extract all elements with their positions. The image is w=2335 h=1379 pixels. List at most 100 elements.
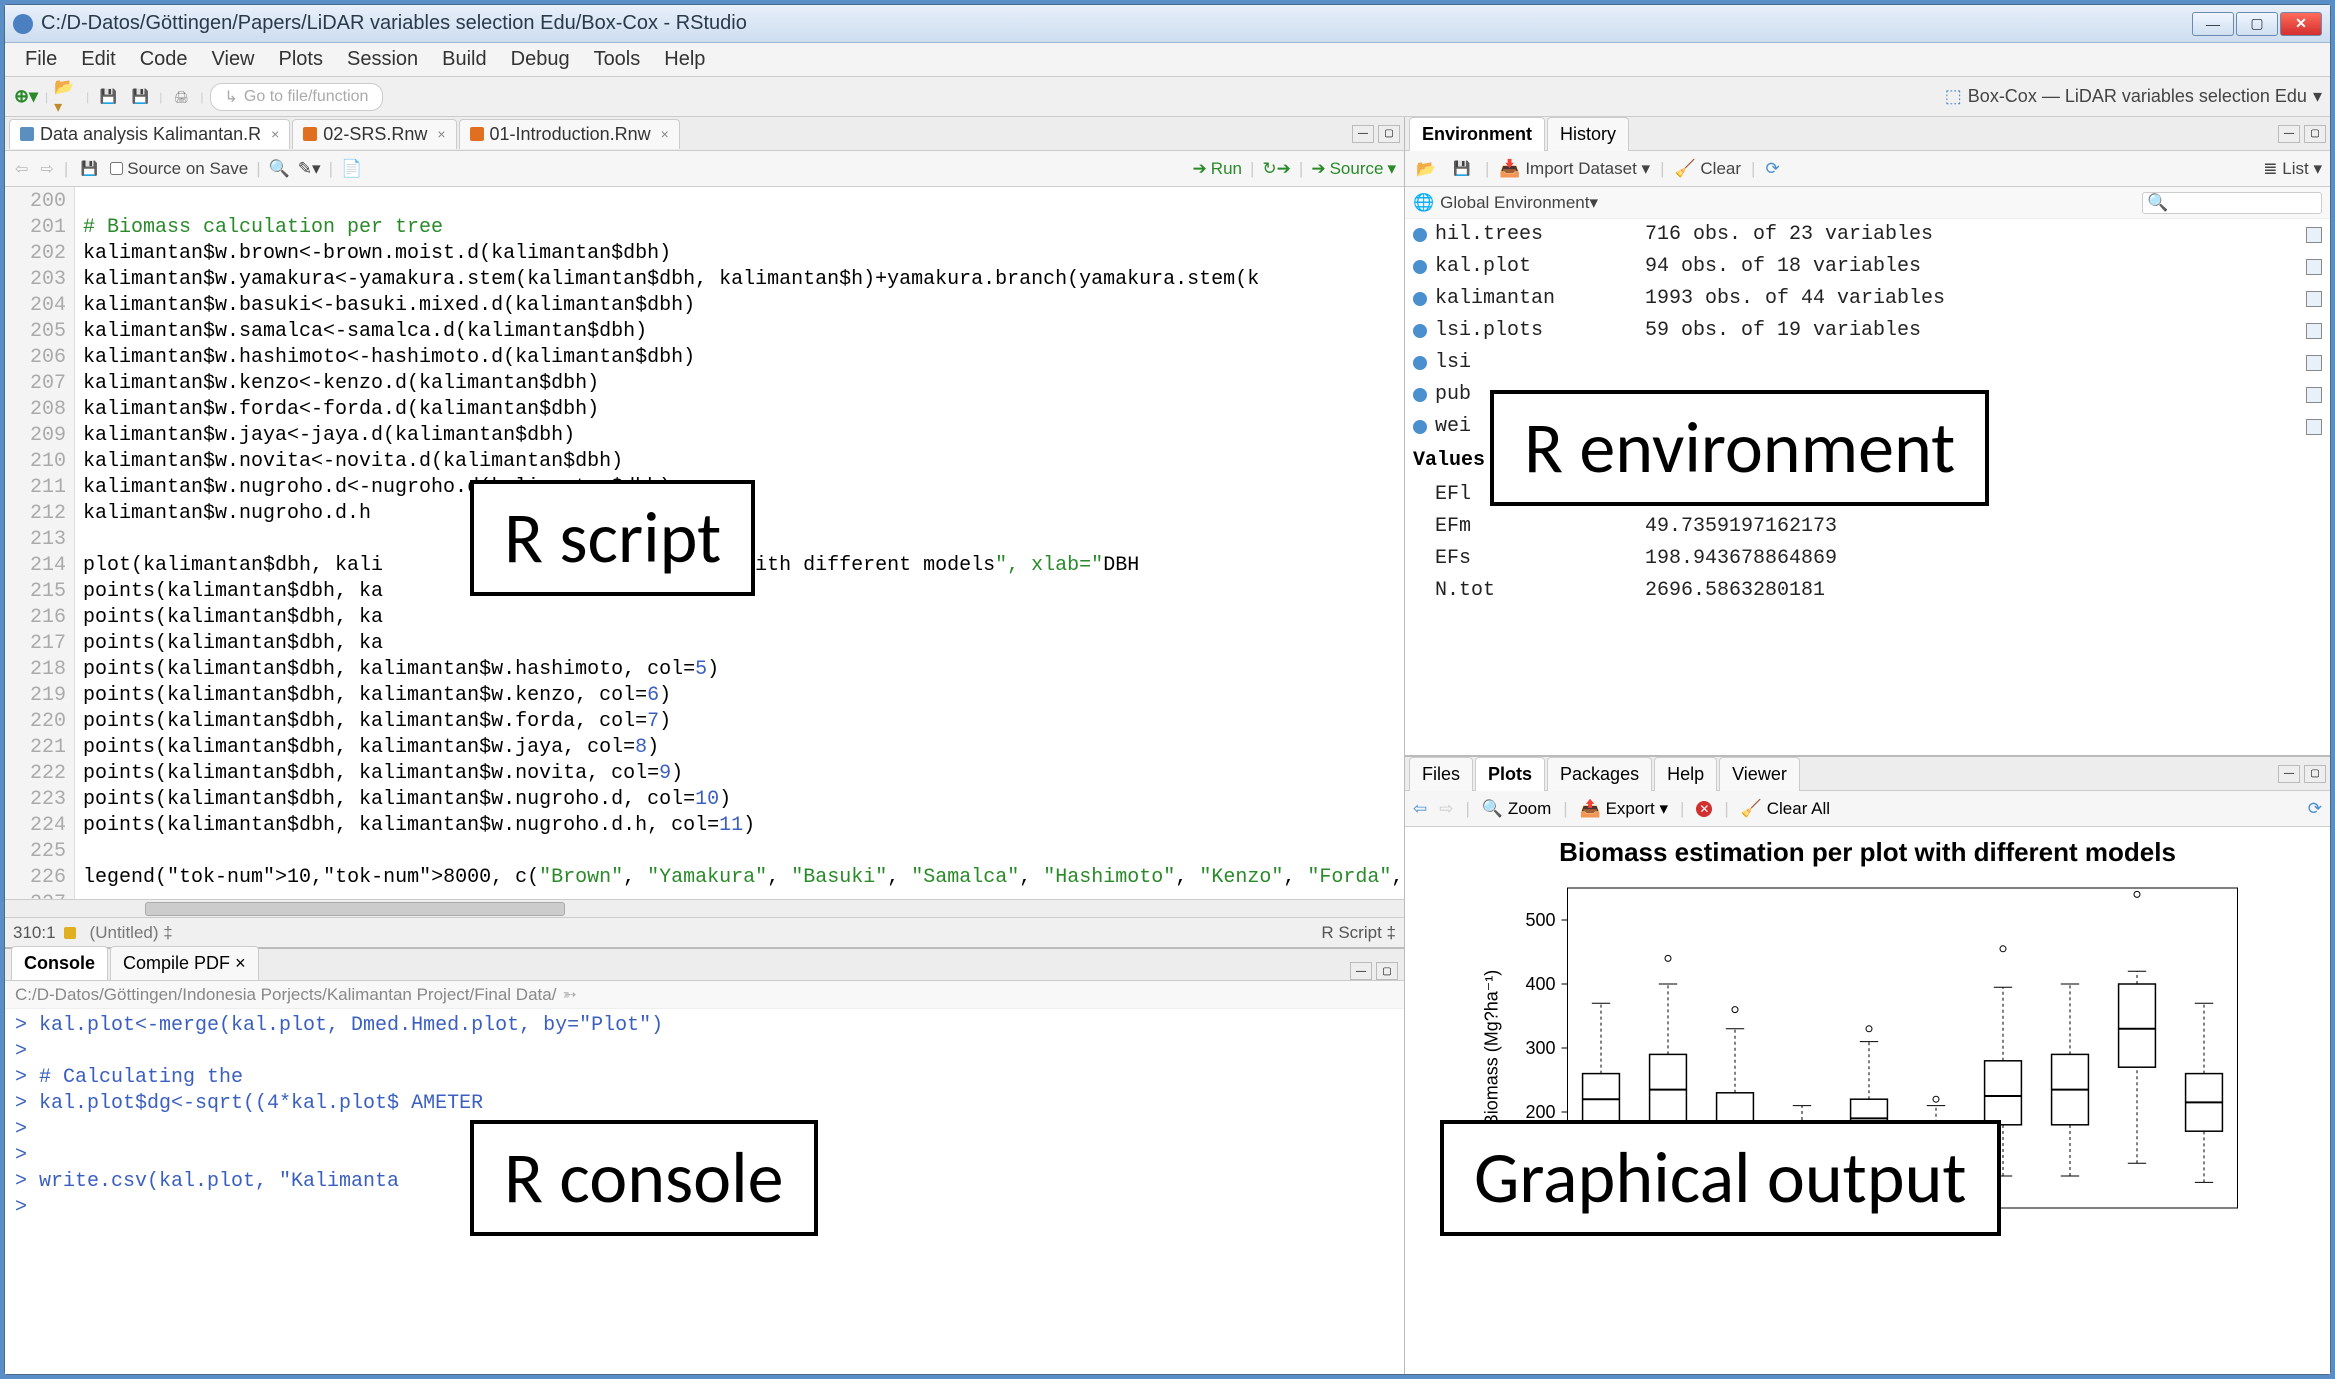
tab-packages[interactable]: Packages xyxy=(1547,757,1652,791)
close-icon[interactable]: × xyxy=(271,126,279,142)
pane-maximize-icon[interactable]: ▢ xyxy=(2304,765,2326,783)
grid-icon[interactable] xyxy=(2306,323,2322,339)
source-tab[interactable]: Data analysis Kalimantan.R× xyxy=(9,119,290,149)
save-all-button[interactable]: 💾 xyxy=(127,84,153,110)
file-type[interactable]: R Script ‡ xyxy=(1321,923,1396,943)
remove-plot-button[interactable]: ✕ xyxy=(1696,801,1712,817)
env-data-row[interactable]: lsi.plots59 obs. of 19 variables xyxy=(1405,315,2330,347)
source-button[interactable]: ➔ Source ▾ xyxy=(1311,159,1396,179)
tab-viewer[interactable]: Viewer xyxy=(1719,757,1800,791)
path-arrow-icon[interactable]: ➳ xyxy=(562,985,576,1005)
tab-history[interactable]: History xyxy=(1547,117,1629,151)
menu-debug[interactable]: Debug xyxy=(501,44,580,75)
tab-console[interactable]: Console xyxy=(11,946,108,980)
title-bar: C:/D-Datos/Göttingen/Papers/LiDAR variab… xyxy=(5,5,2330,43)
menu-build[interactable]: Build xyxy=(432,44,496,75)
svg-text:300: 300 xyxy=(1525,1038,1555,1058)
data-bullet-icon xyxy=(1413,388,1427,402)
close-icon[interactable]: × xyxy=(661,126,669,142)
project-icon: ⬚ xyxy=(1945,86,1962,107)
grid-icon[interactable] xyxy=(2306,387,2322,403)
maximize-button[interactable]: ▢ xyxy=(2236,12,2278,36)
grid-icon[interactable] xyxy=(2306,355,2322,371)
tab-files[interactable]: Files xyxy=(1409,757,1473,791)
go-to-function-input[interactable]: ↳ Go to file/function xyxy=(210,83,384,111)
pane-minimize-icon[interactable]: — xyxy=(1352,125,1374,143)
env-value-row[interactable]: EFm49.7359197162173 xyxy=(1405,511,2330,543)
document-name[interactable]: (Untitled) ‡ xyxy=(90,923,173,943)
load-workspace-button[interactable]: 📂 xyxy=(1413,156,1439,182)
cursor-position: 310:1 xyxy=(13,923,56,943)
refresh-plots-icon[interactable]: ⟳ xyxy=(2308,799,2322,819)
menu-edit[interactable]: Edit xyxy=(71,44,125,75)
tab-help[interactable]: Help xyxy=(1654,757,1717,791)
list-view-toggle[interactable]: ≣ List ▾ xyxy=(2263,159,2322,179)
env-value-row[interactable]: N.tot2696.5863280181 xyxy=(1405,575,2330,607)
pane-minimize-icon[interactable]: — xyxy=(2278,765,2300,783)
search-input[interactable]: 🔍 xyxy=(2142,192,2322,214)
run-button[interactable]: ➔ Run xyxy=(1193,159,1242,179)
env-data-row[interactable]: kalimantan1993 obs. of 44 variables xyxy=(1405,283,2330,315)
open-file-button[interactable]: 📂▾ xyxy=(54,84,80,110)
environment-tabs: Environment History — ▢ xyxy=(1405,117,2330,151)
save-button[interactable]: 💾 xyxy=(95,84,121,110)
menu-view[interactable]: View xyxy=(202,44,265,75)
env-data-row[interactable]: lsi xyxy=(1405,347,2330,379)
source-tab[interactable]: 02-SRS.Rnw× xyxy=(292,119,456,149)
clear-all-plots-button[interactable]: 🧹 Clear All xyxy=(1741,799,1830,819)
import-dataset-button[interactable]: 📥 Import Dataset ▾ xyxy=(1499,159,1650,179)
svg-text:200: 200 xyxy=(1525,1102,1555,1122)
tab-plots[interactable]: Plots xyxy=(1475,757,1545,791)
tab-environment[interactable]: Environment xyxy=(1409,117,1545,151)
plot-next-icon[interactable]: ⇨ xyxy=(1439,799,1453,819)
print-button[interactable]: 🖨 xyxy=(168,84,194,110)
wand-icon[interactable]: ✎▾ xyxy=(298,159,321,179)
pane-minimize-icon[interactable]: — xyxy=(2278,125,2300,143)
data-bullet-icon xyxy=(1413,292,1427,306)
clear-env-button[interactable]: 🧹 Clear xyxy=(1675,159,1742,179)
environment-scope[interactable]: 🌐 Global Environment ▾ 🔍 xyxy=(1405,187,2330,219)
menu-code[interactable]: Code xyxy=(130,44,198,75)
env-value-row[interactable]: EFs198.943678864869 xyxy=(1405,543,2330,575)
env-data-row[interactable]: kal.plot94 obs. of 18 variables xyxy=(1405,251,2330,283)
grid-icon[interactable] xyxy=(2306,227,2322,243)
data-bullet-icon xyxy=(1413,356,1427,370)
menu-plots[interactable]: Plots xyxy=(269,44,333,75)
save-workspace-button[interactable]: 💾 xyxy=(1449,156,1475,182)
close-icon[interactable]: × xyxy=(235,953,246,973)
horizontal-scrollbar[interactable] xyxy=(5,899,1404,917)
zoom-button[interactable]: 🔍 Zoom xyxy=(1482,799,1551,819)
back-arrow-icon[interactable]: ⇦ xyxy=(13,159,30,179)
export-button[interactable]: 📤 Export ▾ xyxy=(1580,799,1668,819)
pane-maximize-icon[interactable]: ▢ xyxy=(1376,962,1398,980)
minimize-button[interactable]: — xyxy=(2192,12,2234,36)
close-button[interactable]: ✕ xyxy=(2280,12,2322,36)
pane-minimize-icon[interactable]: — xyxy=(1350,962,1372,980)
pane-maximize-icon[interactable]: ▢ xyxy=(1378,125,1400,143)
menu-session[interactable]: Session xyxy=(337,44,428,75)
save-source-button[interactable]: 💾 xyxy=(76,156,102,182)
project-selector[interactable]: ⬚ Box-Cox — LiDAR variables selection Ed… xyxy=(1945,86,2322,107)
close-icon[interactable]: × xyxy=(437,126,445,142)
menu-help[interactable]: Help xyxy=(654,44,715,75)
find-icon[interactable]: 🔍 xyxy=(269,159,290,179)
refresh-env-icon[interactable]: ⟳ xyxy=(1765,159,1779,179)
plot-canvas: Biomass estimation per plot with differe… xyxy=(1405,827,2330,1374)
annotation-graphical-output: Graphical output xyxy=(1440,1120,2001,1236)
grid-icon[interactable] xyxy=(2306,259,2322,275)
source-tab[interactable]: 01-Introduction.Rnw× xyxy=(459,119,680,149)
grid-icon[interactable] xyxy=(2306,291,2322,307)
new-file-button[interactable]: ⊕▾ xyxy=(13,84,39,110)
notebook-icon[interactable]: 📄 xyxy=(341,159,362,179)
plot-prev-icon[interactable]: ⇦ xyxy=(1413,799,1427,819)
source-tabs: Data analysis Kalimantan.R×02-SRS.Rnw×01… xyxy=(5,117,1404,151)
source-on-save-checkbox[interactable]: Source on Save xyxy=(110,159,248,179)
pane-maximize-icon[interactable]: ▢ xyxy=(2304,125,2326,143)
env-data-row[interactable]: hil.trees716 obs. of 23 variables xyxy=(1405,219,2330,251)
forward-arrow-icon[interactable]: ⇨ xyxy=(38,159,55,179)
menu-tools[interactable]: Tools xyxy=(584,44,651,75)
grid-icon[interactable] xyxy=(2306,419,2322,435)
menu-file[interactable]: File xyxy=(15,44,67,75)
tab-compile-pdf[interactable]: Compile PDF × xyxy=(110,946,259,980)
rerun-button[interactable]: ↻➔ xyxy=(1262,159,1291,179)
